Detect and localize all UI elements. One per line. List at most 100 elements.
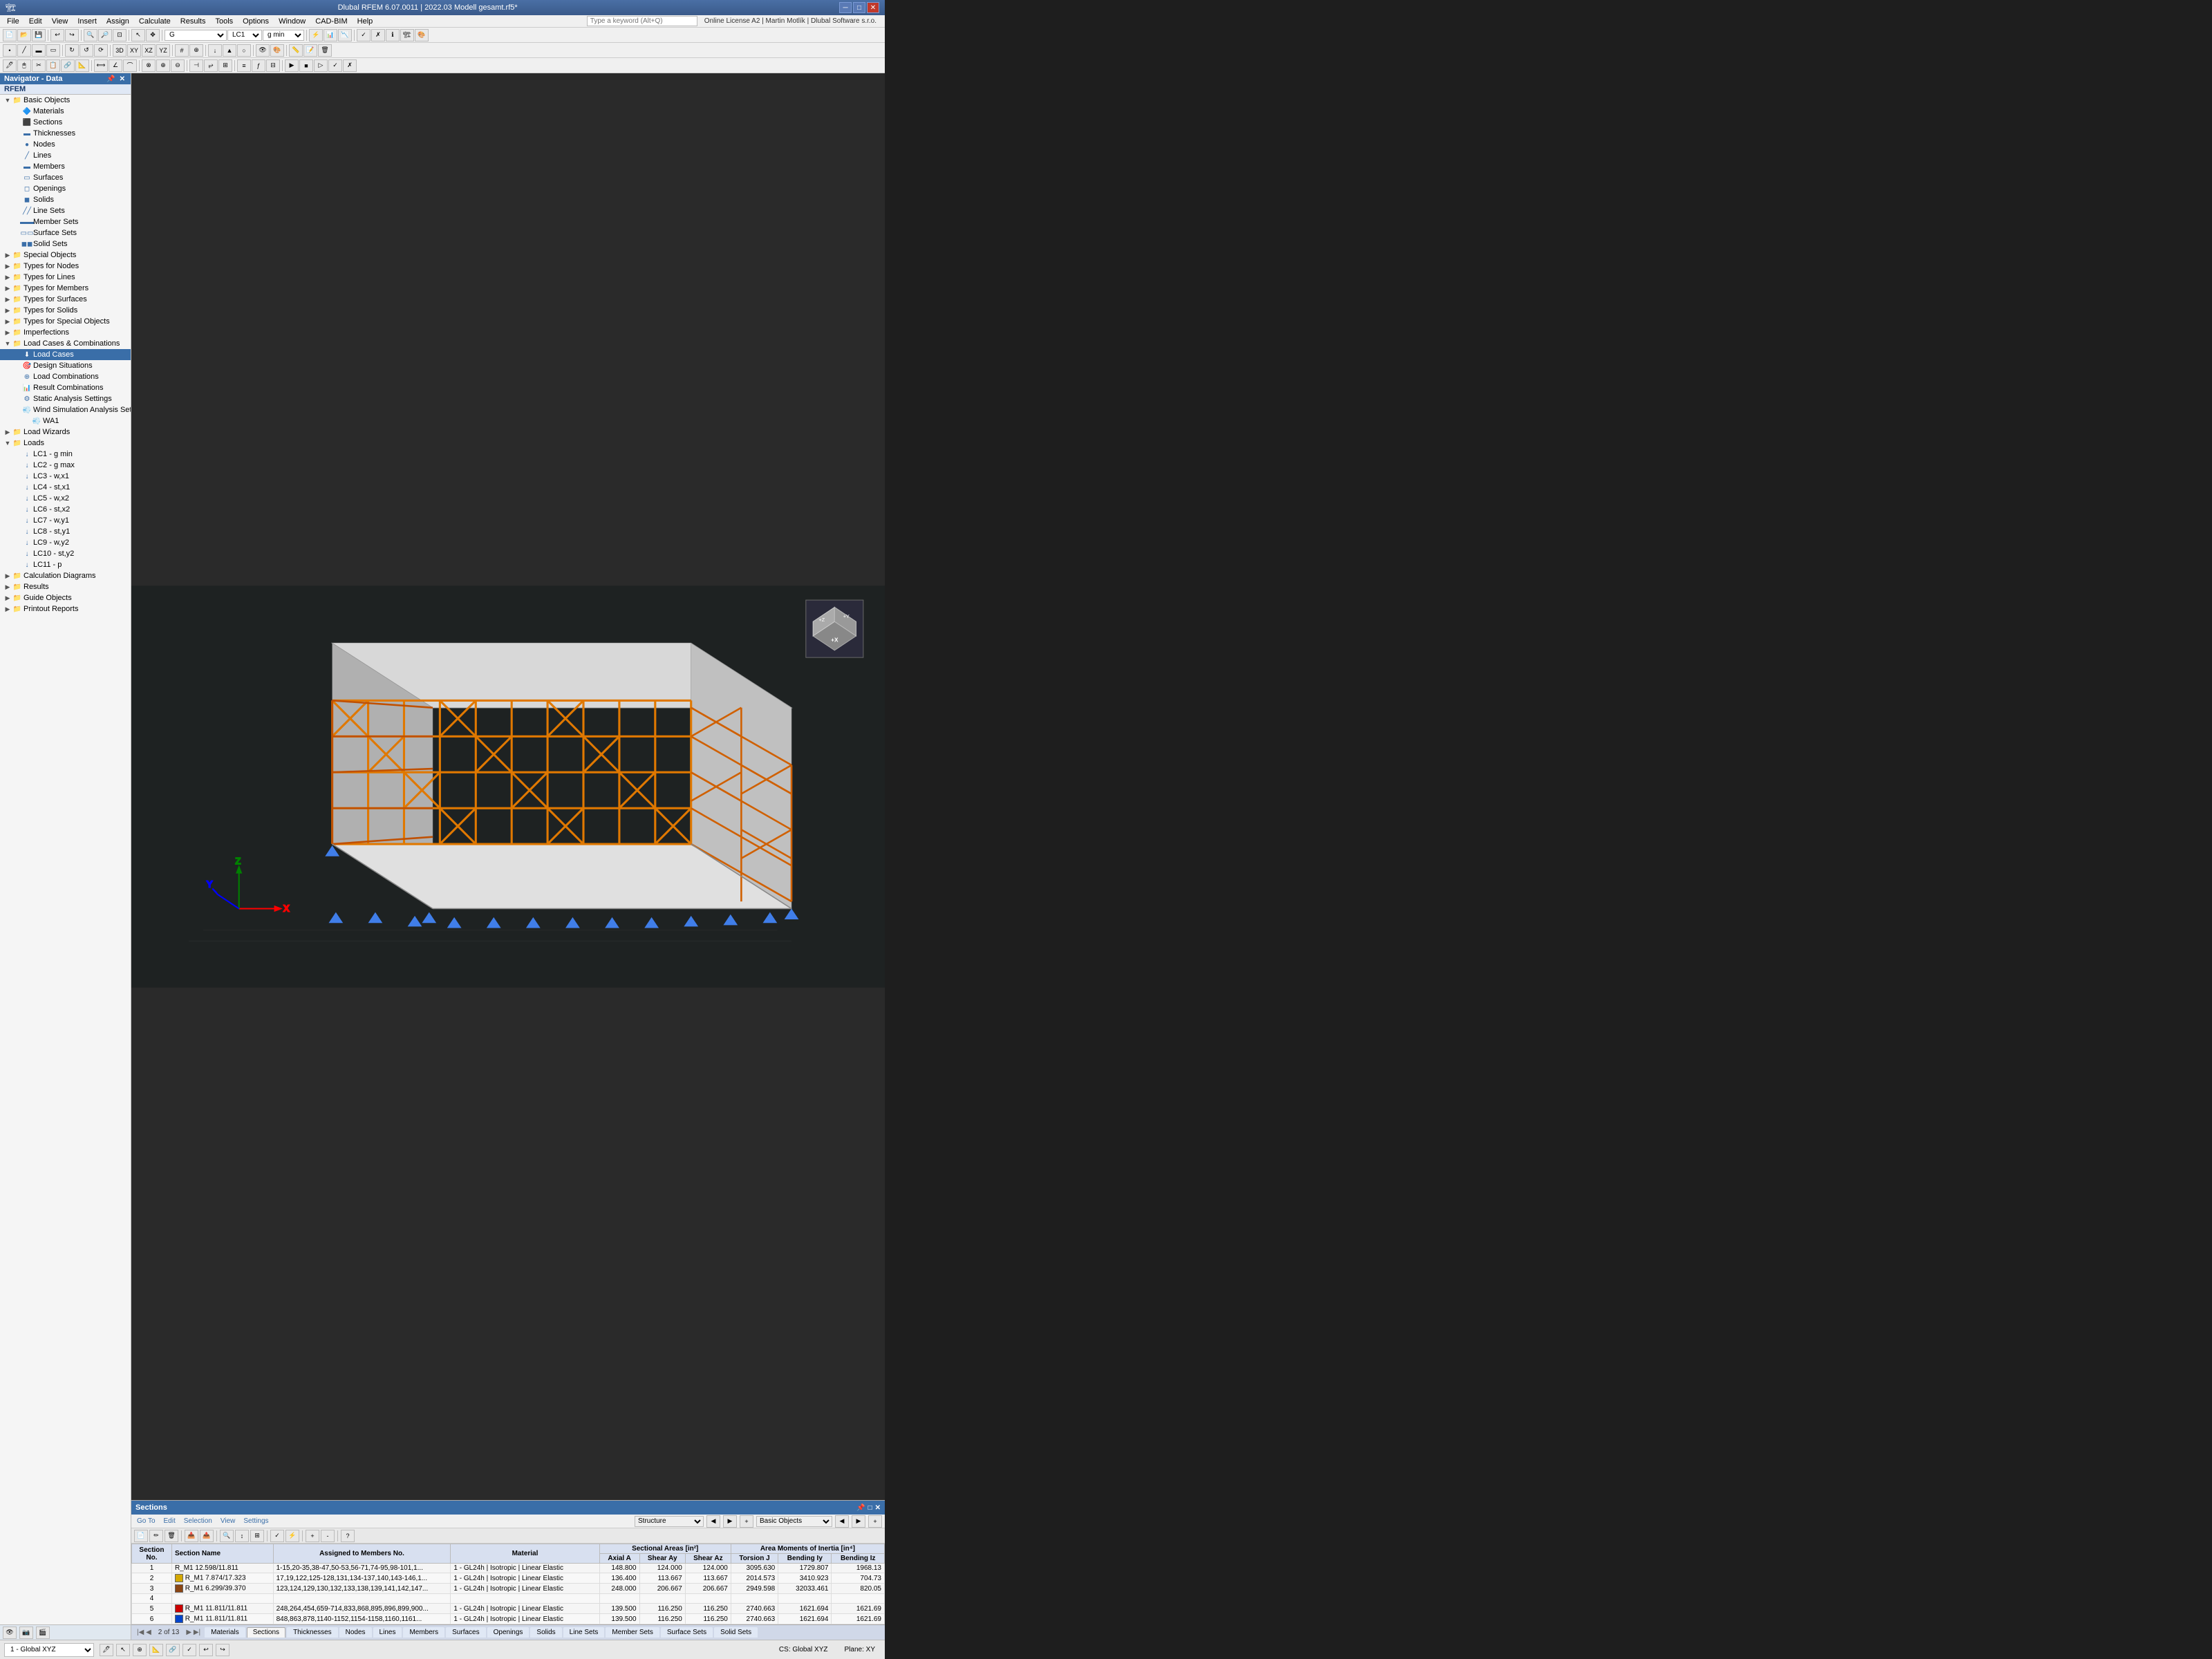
- expander-types-solids[interactable]: ▶: [3, 306, 12, 315]
- sec-tb-import[interactable]: 📥: [185, 1530, 198, 1542]
- table-row[interactable]: 3 R_M1 6.299/39.370123,124,129,130,132,1…: [132, 1584, 885, 1594]
- tb2-display[interactable]: 👁: [256, 44, 270, 57]
- tb2-rotate-z[interactable]: ⟳: [94, 44, 108, 57]
- status-btn-4[interactable]: 📐: [149, 1644, 163, 1656]
- tb-info[interactable]: ℹ: [386, 29, 400, 41]
- navigator-tree[interactable]: ▼📁Basic Objects 🔷Materials ⬛Sections ▬Th…: [0, 95, 131, 1624]
- tb-zoom-in[interactable]: 🔍: [84, 29, 97, 41]
- tb3-stop[interactable]: ■: [299, 59, 313, 72]
- maximize-button[interactable]: □: [853, 2, 865, 13]
- tb3-arc[interactable]: ⌒: [123, 59, 137, 72]
- tab-materials[interactable]: Materials: [205, 1627, 245, 1638]
- sec-tb-col-add[interactable]: +: [306, 1530, 319, 1542]
- pagination-next[interactable]: ▶ ▶|: [183, 1629, 203, 1636]
- tb2-measure[interactable]: 📏: [289, 44, 303, 57]
- expander-wa1[interactable]: [22, 416, 32, 426]
- tb3-3[interactable]: ✂: [32, 59, 46, 72]
- status-btn-7[interactable]: ↩: [199, 1644, 213, 1656]
- tb3-run[interactable]: ▶: [285, 59, 299, 72]
- menu-calculate[interactable]: Calculate: [135, 17, 175, 26]
- tb3-check2[interactable]: ✓: [328, 59, 342, 72]
- tree-item-surface-sets[interactable]: ▭▭Surface Sets: [0, 227, 131, 238]
- tree-item-types-special[interactable]: ▶📁Types for Special Objects: [0, 316, 131, 327]
- tree-item-lc4[interactable]: ↓LC4 - st,x1: [0, 482, 131, 493]
- tb3-union[interactable]: ⊕: [156, 59, 170, 72]
- expander-nodes[interactable]: [12, 140, 22, 149]
- expander-load-wizards[interactable]: ▶: [3, 427, 12, 437]
- tb2-surface[interactable]: ▭: [46, 44, 60, 57]
- tb3-x[interactable]: ✗: [343, 59, 357, 72]
- tb-undo[interactable]: ↩: [50, 29, 64, 41]
- tb2-line[interactable]: ╱: [17, 44, 31, 57]
- tab-member-sets[interactable]: Member Sets: [606, 1627, 659, 1638]
- sections-structure-select[interactable]: Structure: [635, 1516, 704, 1527]
- tb3-dim[interactable]: ⟺: [94, 59, 108, 72]
- expander-types-lines[interactable]: ▶: [3, 272, 12, 282]
- table-row[interactable]: 5 R_M1 11.811/11.811248,264,454,659-714,…: [132, 1604, 885, 1614]
- tb-redo[interactable]: ↪: [65, 29, 79, 41]
- tb2-snap[interactable]: ⊕: [189, 44, 203, 57]
- sec-tb-help[interactable]: ?: [341, 1530, 355, 1542]
- tree-item-lines[interactable]: ╱Lines: [0, 150, 131, 161]
- tb2-color[interactable]: 🎨: [270, 44, 284, 57]
- tab-nodes[interactable]: Nodes: [339, 1627, 372, 1638]
- expander-lc3[interactable]: [12, 471, 22, 481]
- nav-close-button[interactable]: ✕: [118, 75, 126, 83]
- sec-tb-group[interactable]: ⊞: [250, 1530, 264, 1542]
- tree-item-basic-objects[interactable]: ▼📁Basic Objects: [0, 95, 131, 106]
- expander-design-situations[interactable]: [12, 361, 22, 371]
- sections-type-select[interactable]: Basic Objects: [756, 1516, 832, 1527]
- expander-basic-objects[interactable]: ▼: [3, 95, 12, 105]
- expander-printout-reports[interactable]: ▶: [3, 604, 12, 614]
- expander-results[interactable]: ▶: [3, 582, 12, 592]
- tree-item-lc3[interactable]: ↓LC3 - w,x1: [0, 471, 131, 482]
- tb2-delete[interactable]: 🗑: [318, 44, 332, 57]
- sections-filter-prev[interactable]: ◀: [835, 1515, 849, 1528]
- tree-item-design-situations[interactable]: 🎯Design Situations: [0, 360, 131, 371]
- tb-save[interactable]: 💾: [32, 29, 46, 41]
- tb-results-hide[interactable]: 📉: [338, 29, 352, 41]
- search-input[interactable]: [587, 16, 697, 26]
- tree-item-types-lines[interactable]: ▶📁Types for Lines: [0, 272, 131, 283]
- menu-assign[interactable]: Assign: [102, 17, 133, 26]
- tab-lines[interactable]: Lines: [373, 1627, 402, 1638]
- tb2-view-xz[interactable]: XZ: [142, 44, 156, 57]
- menu-tools[interactable]: Tools: [211, 17, 237, 26]
- sec-tb-delete[interactable]: 🗑: [165, 1530, 178, 1542]
- status-btn-6[interactable]: ✓: [182, 1644, 196, 1656]
- status-btn-5[interactable]: 🔗: [166, 1644, 180, 1656]
- tree-item-lc5[interactable]: ↓LC5 - w,x2: [0, 493, 131, 504]
- tb-cross[interactable]: ✗: [371, 29, 385, 41]
- expander-openings[interactable]: [12, 184, 22, 194]
- tree-item-lc6[interactable]: ↓LC6 - st,x2: [0, 504, 131, 515]
- expander-load-cases-combo[interactable]: ▼: [3, 339, 12, 348]
- tree-item-surfaces[interactable]: ▭Surfaces: [0, 172, 131, 183]
- tree-item-thicknesses[interactable]: ▬Thicknesses: [0, 128, 131, 139]
- close-button[interactable]: ✕: [867, 2, 879, 13]
- tab-surface-sets[interactable]: Surface Sets: [661, 1627, 713, 1638]
- tree-item-wa1[interactable]: 💨WA1: [0, 415, 131, 427]
- sections-prev-btn[interactable]: ◀: [706, 1515, 720, 1528]
- view-select[interactable]: 1 - Global XYZ: [4, 1643, 94, 1657]
- sec-tb-new[interactable]: 📄: [134, 1530, 148, 1542]
- expander-lc7[interactable]: [12, 516, 22, 525]
- tb-zoom-out[interactable]: 🔎: [98, 29, 112, 41]
- tb2-hinge[interactable]: ○: [237, 44, 251, 57]
- expander-result-combinations[interactable]: [12, 383, 22, 393]
- tree-item-calc-diagrams[interactable]: ▶📁Calculation Diagrams: [0, 570, 131, 581]
- sections-close-btn[interactable]: ✕: [875, 1504, 881, 1512]
- tb3-5[interactable]: 🔗: [61, 59, 75, 72]
- lc-select-lc1[interactable]: LC1: [227, 30, 262, 41]
- status-btn-8[interactable]: ↪: [216, 1644, 229, 1656]
- sec-tb-sort[interactable]: ↕: [235, 1530, 249, 1542]
- tree-item-sections[interactable]: ⬛Sections: [0, 117, 131, 128]
- tree-item-solids[interactable]: ◼Solids: [0, 194, 131, 205]
- nav-icon-view[interactable]: 👁: [3, 1627, 17, 1639]
- tree-item-lc7[interactable]: ↓LC7 - w,y1: [0, 515, 131, 526]
- expander-calc-diagrams[interactable]: ▶: [3, 571, 12, 581]
- tree-item-guide-objects[interactable]: ▶📁Guide Objects: [0, 592, 131, 603]
- expander-imperfections[interactable]: ▶: [3, 328, 12, 337]
- table-row[interactable]: 1R_M1 12.598/11.8111-15,20-35,38-47,50-5…: [132, 1564, 885, 1573]
- tree-item-types-nodes[interactable]: ▶📁Types for Nodes: [0, 261, 131, 272]
- tb-model[interactable]: 🏗: [400, 29, 414, 41]
